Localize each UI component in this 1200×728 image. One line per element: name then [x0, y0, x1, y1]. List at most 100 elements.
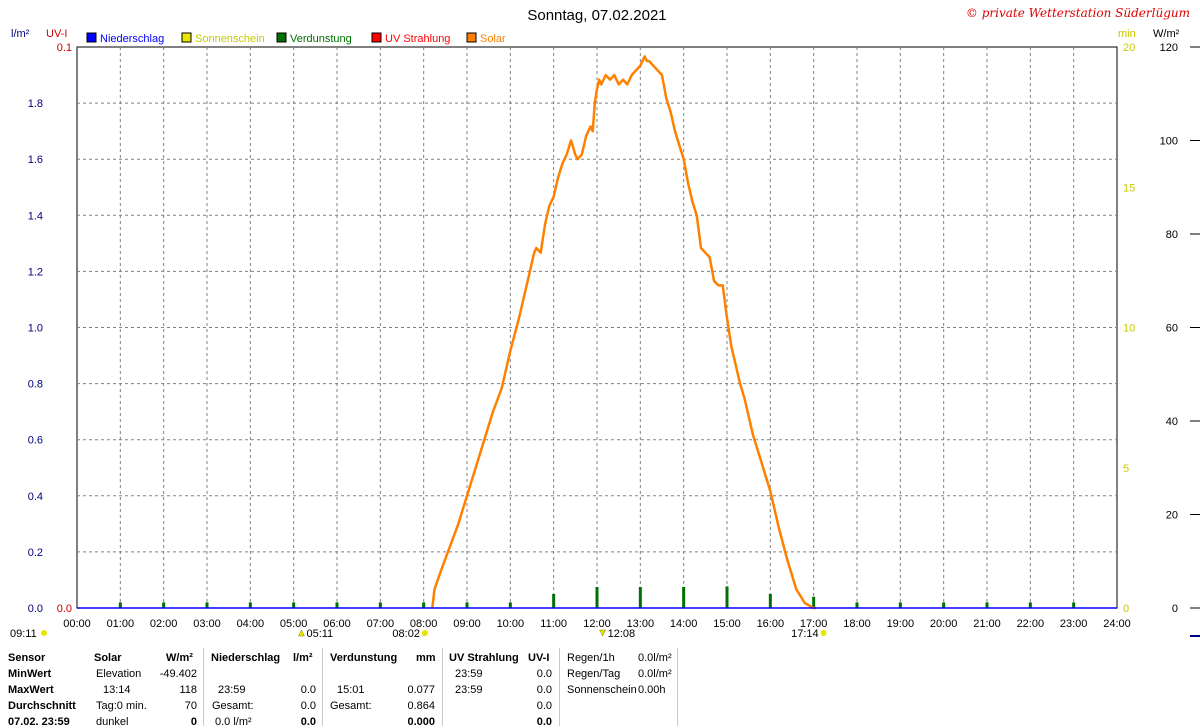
- legend-label-niederschlag: Niederschlag: [100, 33, 164, 45]
- verdunstung-bar: [725, 586, 729, 608]
- x-tick-labels: 00:00 01:00 02:00 03:00 04:00 05:00 06:00 07:00…: [63, 618, 1131, 630]
- verdunstung-bar: [378, 602, 382, 608]
- x-tick-label: 23:00: [1060, 618, 1088, 630]
- y-tick-right2: 20: [1166, 510, 1178, 522]
- legend-swatch-verdunstung: [276, 32, 287, 43]
- solar-avg-label: Tag:0 min.: [96, 700, 147, 712]
- extra-label-1: Regen/1h: [567, 652, 615, 664]
- legend-swatch-solar: [466, 32, 477, 43]
- extra-value-1: 0.0l/m²: [638, 652, 672, 664]
- marker-moonrise-icon: [298, 629, 305, 637]
- axis-unit-right1: min: [1118, 28, 1136, 40]
- verdunstung-bar: [855, 602, 859, 608]
- solar-avg-value: 70: [184, 700, 197, 712]
- niederschlag-total-label: Gesamt:: [212, 700, 254, 712]
- verdunstung-bar: [768, 593, 772, 608]
- y-tick-left2: 0.1: [57, 42, 72, 54]
- grid: [77, 47, 1117, 608]
- verdunstung-bar: [898, 602, 902, 608]
- y-tick-right2: 40: [1166, 416, 1178, 428]
- verdunstung-bar: [942, 602, 946, 608]
- legend-label-sonnenschein: Sonnenschein: [195, 33, 265, 45]
- legend-label-solar: Solar: [480, 33, 506, 45]
- y-tick-left1: 0.8: [28, 379, 43, 391]
- marker-sun-dot: [41, 630, 47, 636]
- y-tick-right1: 5: [1123, 463, 1129, 475]
- table-header-sensor: Sensor: [8, 652, 46, 664]
- table-header-uv: UV Strahlung: [449, 652, 519, 664]
- verdunstung-bar: [682, 586, 686, 608]
- y-tick-left1: 1.6: [28, 154, 43, 166]
- x-tick-label: 22:00: [1017, 618, 1045, 630]
- x-tick-label: 09:00: [453, 618, 481, 630]
- table-header-niederschlag: Niederschlag: [211, 652, 281, 664]
- row-label-min: MinWert: [8, 668, 52, 680]
- verdunstung-bar: [508, 602, 512, 608]
- niederschlag-total-value: 0.0: [300, 700, 316, 712]
- table-unit-uv: UV-I: [528, 652, 550, 664]
- extra-label-3: Sonnenschein: [567, 684, 637, 696]
- niederschlag-current-value: 0.0: [300, 716, 316, 728]
- legend-swatch-sonnenschein: [181, 32, 192, 43]
- y-tick-right1: 0: [1123, 603, 1129, 615]
- x-tick-label: 15:00: [713, 618, 741, 630]
- y-tick-right2: 100: [1160, 136, 1178, 148]
- legend-label-uv-strahlung: UV Strahlung: [385, 33, 450, 45]
- legend-label-verdunstung: Verdunstung: [290, 33, 352, 45]
- solar-current-label: dunkel: [96, 716, 129, 728]
- marker-label: 12:08: [608, 628, 636, 640]
- niederschlag-current-label: 0.0 l/m²: [215, 716, 252, 728]
- solar-max-value: 118: [179, 684, 197, 696]
- verdunstung-total-value: 0.864: [407, 700, 435, 712]
- x-tick-label: 21:00: [973, 618, 1001, 630]
- x-tick-label: 14:00: [670, 618, 698, 630]
- verdunstung-bar: [335, 602, 339, 608]
- y-tick-left1: 0.6: [28, 435, 43, 447]
- table-header-solar: Solar: [94, 652, 122, 664]
- verdunstung-bar: [985, 602, 989, 608]
- y-tick-right1: 15: [1123, 182, 1135, 194]
- axis-unit-left2: UV-I: [46, 28, 67, 40]
- y-tick-right1: 20: [1123, 42, 1135, 54]
- verdunstung-bar: [1072, 602, 1076, 608]
- marker-label-sunrise-duration: 09:11: [10, 628, 37, 640]
- verdunstung-bar: [422, 602, 426, 608]
- legend: Niederschlag Sonnenschein Verdunstung UV St…: [86, 32, 506, 45]
- table-unit-solar: W/m²: [166, 652, 193, 664]
- row-label-avg: Durchschnitt: [8, 700, 76, 712]
- y-tick-left1: 1.4: [28, 210, 43, 222]
- axis-unit-left1: l/m²: [11, 28, 30, 40]
- stats-table: Sensor Solar W/m² Niederschlag l/m² Verd…: [0, 648, 1200, 728]
- solar-current-value: 0: [190, 716, 197, 728]
- verdunstung-max-time: 15:01: [337, 684, 365, 696]
- uv-avg-value: 0.0: [536, 700, 552, 712]
- y-tick-right2: 120: [1160, 42, 1178, 54]
- solar-max-time: 13:14: [103, 684, 131, 696]
- y-tick-right1: 10: [1123, 323, 1135, 335]
- watermark: © private Wetterstation Süderlügum: [966, 6, 1190, 20]
- verdunstung-bar: [162, 602, 166, 608]
- table-header-verdunstung: Verdunstung: [330, 652, 398, 664]
- marker-sunset-dot: [820, 630, 827, 636]
- y-tick-left1: 0.4: [28, 491, 43, 503]
- row-label-current: 07.02. 23:59: [8, 716, 70, 728]
- table-unit-verdunstung: mm: [416, 652, 436, 664]
- y-tick-right2: 80: [1166, 229, 1178, 241]
- uv-min-time: 23:59: [455, 668, 483, 680]
- verdunstung-bar: [248, 602, 252, 608]
- legend-swatch-niederschlag: [86, 32, 97, 43]
- solar-min-label: Elevation: [96, 668, 142, 680]
- verdunstung-bar: [205, 602, 209, 608]
- extra-value-3: 0.00h: [638, 684, 666, 696]
- verdunstung-bar: [595, 586, 599, 608]
- x-tick-label: 03:00: [193, 618, 221, 630]
- y-tick-left1: 0.2: [28, 547, 43, 559]
- verdunstung-total-label: Gesamt:: [330, 700, 372, 712]
- extra-value-2: 0.0l/m²: [638, 668, 672, 680]
- verdunstung-bar: [465, 602, 469, 608]
- uv-min-value: 0.0: [536, 668, 552, 680]
- y-tick-labels: 0.0 0.2 0.4 0.6 0.8 1.0 1.2 1.4 1.6 1.8 0.0 0.1 0 5 10…: [28, 42, 1200, 615]
- weather-chart: Sonntag, 07.02.2021 © private Wetterstat…: [10, 6, 1200, 640]
- verdunstung-current-value: 0.000: [407, 716, 435, 728]
- niederschlag-max-time: 23:59: [218, 684, 246, 696]
